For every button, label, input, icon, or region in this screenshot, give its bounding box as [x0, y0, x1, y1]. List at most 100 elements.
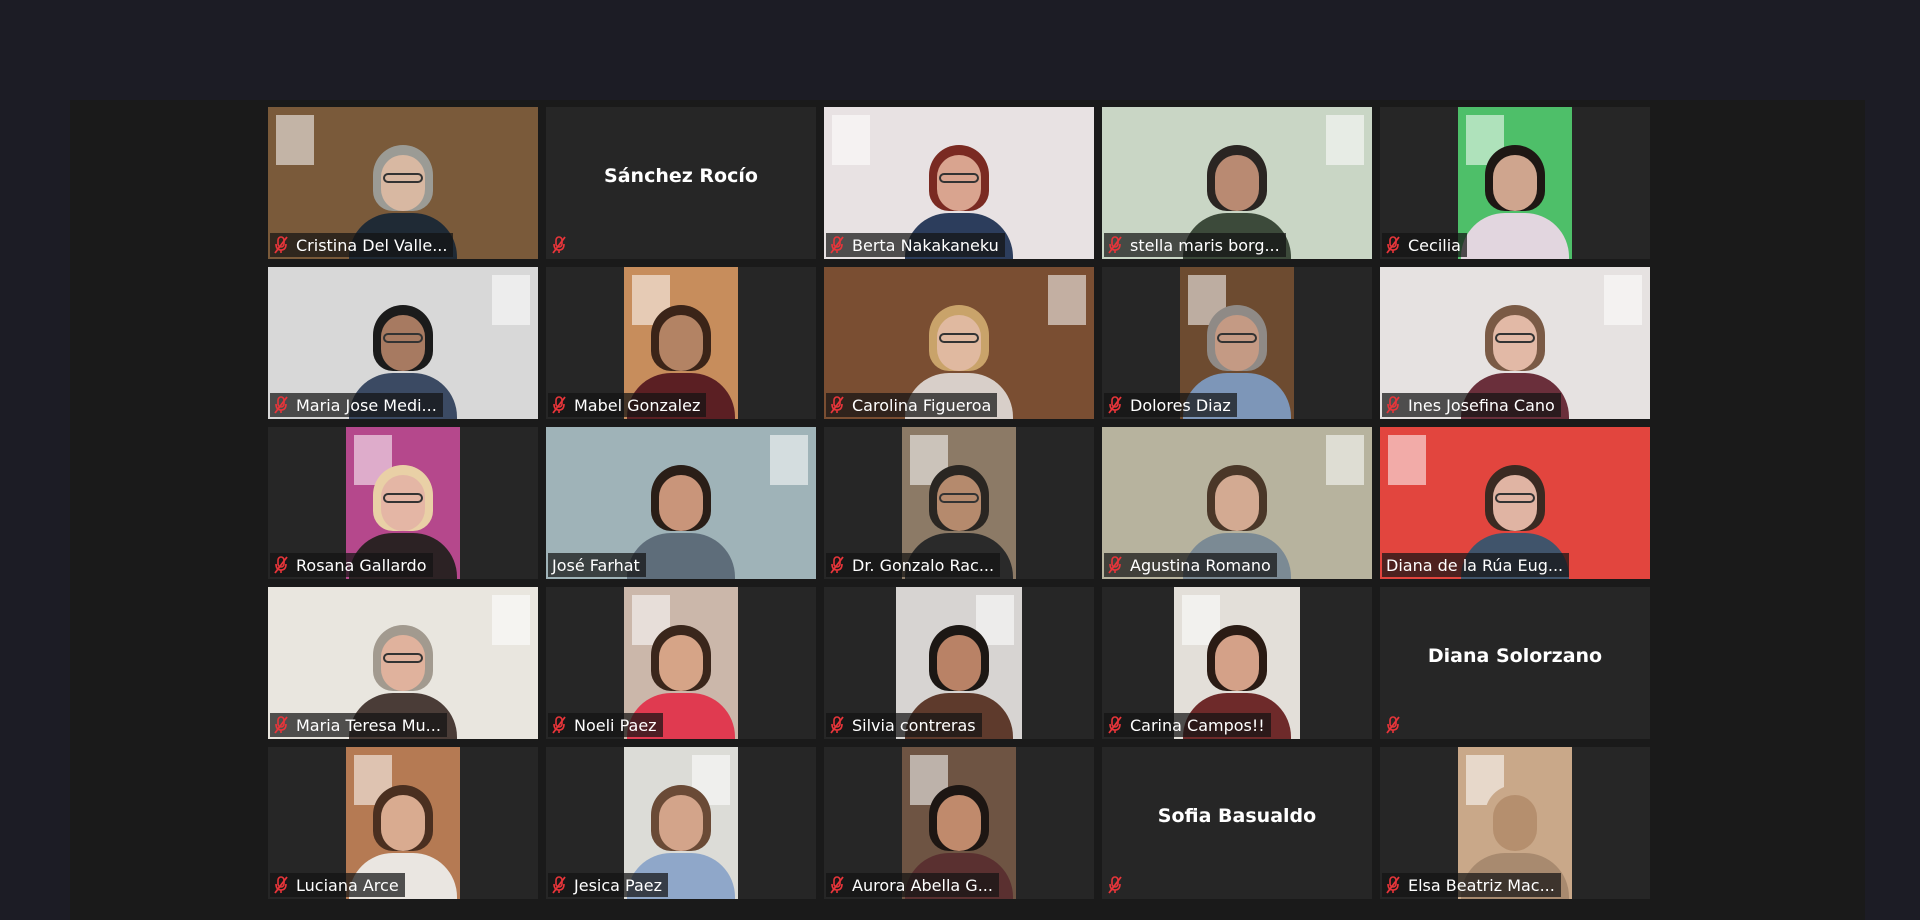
participant-name-display: Diana Solorzano — [1427, 645, 1603, 667]
participant-name-display: Sánchez Rocío — [604, 165, 758, 187]
participant-tile[interactable]: Jesica Paez — [546, 747, 816, 899]
participant-name-display: Sofia Basualdo — [1157, 805, 1317, 827]
participant-name-label: Carolina Figueroa — [826, 393, 998, 417]
participant-tile[interactable]: Cristina Del Valle... — [268, 107, 538, 259]
mic-muted-icon — [830, 716, 844, 734]
participant-tile[interactable]: Aurora Abella G... — [824, 747, 1094, 899]
mic-muted-icon — [552, 876, 566, 894]
mic-muted-icon — [830, 236, 844, 254]
participant-face — [659, 315, 703, 371]
participant-face — [381, 475, 425, 531]
participant-tile[interactable]: Maria Teresa Mu... — [268, 587, 538, 739]
participant-tile[interactable]: Carina Campos!! — [1102, 587, 1372, 739]
background-window — [276, 115, 314, 165]
participant-name-label: Agustina Romano — [1104, 553, 1277, 577]
participant-tile[interactable]: Carolina Figueroa — [824, 267, 1094, 419]
mic-muted-icon — [1386, 236, 1400, 254]
participant-face — [1215, 155, 1259, 211]
participant-name-text: Cristina Del Valle... — [296, 235, 448, 255]
participant-name-label: Maria Teresa Mu... — [270, 713, 447, 737]
background-window — [1326, 435, 1364, 485]
participant-name-text: Berta Nakakaneku — [852, 235, 999, 255]
mic-muted-icon — [1386, 876, 1400, 894]
participant-name-label — [548, 233, 580, 257]
participant-tile[interactable]: José Farhat — [546, 427, 816, 579]
participant-tile[interactable]: Luciana Arce — [268, 747, 538, 899]
participant-name-label: Carina Campos!! — [1104, 713, 1271, 737]
participant-tile[interactable]: Diana de la Rúa Eug... — [1380, 427, 1650, 579]
participant-tile[interactable]: Agustina Romano — [1102, 427, 1372, 579]
background-window — [492, 595, 530, 645]
participant-name-text: José Farhat — [552, 555, 640, 575]
participant-tile[interactable]: Elsa Beatriz Mac... — [1380, 747, 1650, 899]
participant-tile[interactable]: Silvia contreras — [824, 587, 1094, 739]
mic-muted-icon — [552, 236, 566, 254]
participant-name-text: Carolina Figueroa — [852, 395, 992, 415]
participant-tile[interactable]: Sofia Basualdo — [1102, 747, 1372, 899]
participant-tile[interactable]: Diana Solorzano — [1380, 587, 1650, 739]
participant-name-label: Luciana Arce — [270, 873, 405, 897]
participant-face — [659, 635, 703, 691]
participant-name-label: Jesica Paez — [548, 873, 669, 897]
background-window — [1048, 275, 1086, 325]
participant-name-text: Carina Campos!! — [1130, 715, 1265, 735]
participant-face — [659, 795, 703, 851]
participant-name-text: Noeli Paez — [574, 715, 657, 735]
participant-name-label: Cristina Del Valle... — [270, 233, 454, 257]
participant-face — [937, 155, 981, 211]
participant-name-label: stella maris borg... — [1104, 233, 1286, 257]
participant-grid: Cristina Del Valle... Sánchez Rocío Bert… — [268, 107, 1650, 899]
participant-name-text: Dolores Diaz — [1130, 395, 1231, 415]
participant-face — [937, 315, 981, 371]
participant-name-label: Elsa Beatriz Mac... — [1382, 873, 1561, 897]
participant-name-label: Maria Jose Medi... — [270, 393, 443, 417]
participant-glasses — [1495, 493, 1535, 503]
mic-muted-icon — [1386, 396, 1400, 414]
participant-name-label: Noeli Paez — [548, 713, 663, 737]
mic-muted-icon — [830, 876, 844, 894]
participant-name-text: stella maris borg... — [1130, 235, 1280, 255]
participant-name-text: Luciana Arce — [296, 875, 399, 895]
participant-name-label: Silvia contreras — [826, 713, 982, 737]
participant-name-text: Elsa Beatriz Mac... — [1408, 875, 1555, 895]
participant-face — [1493, 795, 1537, 851]
mic-muted-icon — [1108, 556, 1122, 574]
participant-glasses — [939, 333, 979, 343]
participant-tile[interactable]: stella maris borg... — [1102, 107, 1372, 259]
participant-tile[interactable]: Ines Josefina Cano — [1380, 267, 1650, 419]
participant-name-text: Dr. Gonzalo Rac... — [852, 555, 995, 575]
mic-muted-icon — [830, 396, 844, 414]
participant-name-label: Cecilia — [1382, 233, 1467, 257]
participant-face — [937, 635, 981, 691]
participant-glasses — [383, 493, 423, 503]
participant-face — [659, 475, 703, 531]
participant-tile[interactable]: Mabel Gonzalez — [546, 267, 816, 419]
participant-name-label: José Farhat — [548, 553, 646, 577]
participant-face — [1215, 635, 1259, 691]
participant-tile[interactable]: Berta Nakakaneku — [824, 107, 1094, 259]
participant-name-label: Aurora Abella G... — [826, 873, 999, 897]
participant-tile[interactable]: Maria Jose Medi... — [268, 267, 538, 419]
participant-tile[interactable]: Dolores Diaz — [1102, 267, 1372, 419]
mic-muted-icon — [1108, 716, 1122, 734]
participant-tile[interactable]: Sánchez Rocío — [546, 107, 816, 259]
participant-face — [1215, 475, 1259, 531]
participant-face — [1493, 475, 1537, 531]
mic-muted-icon — [1108, 236, 1122, 254]
participant-glasses — [383, 173, 423, 183]
participant-name-text: Agustina Romano — [1130, 555, 1271, 575]
participant-tile[interactable]: Rosana Gallardo — [268, 427, 538, 579]
mic-muted-icon — [552, 716, 566, 734]
participant-face — [381, 635, 425, 691]
participant-tile[interactable]: Dr. Gonzalo Rac... — [824, 427, 1094, 579]
background-window — [1326, 115, 1364, 165]
mic-muted-icon — [274, 556, 288, 574]
participant-name-text: Diana de la Rúa Eug... — [1386, 555, 1564, 575]
participant-name-label: Berta Nakakaneku — [826, 233, 1005, 257]
participant-name-label — [1104, 873, 1136, 897]
participant-tile[interactable]: Cecilia — [1380, 107, 1650, 259]
participant-name-label: Rosana Gallardo — [270, 553, 433, 577]
mic-muted-icon — [274, 716, 288, 734]
participant-tile[interactable]: Noeli Paez — [546, 587, 816, 739]
participant-body — [1461, 213, 1569, 259]
